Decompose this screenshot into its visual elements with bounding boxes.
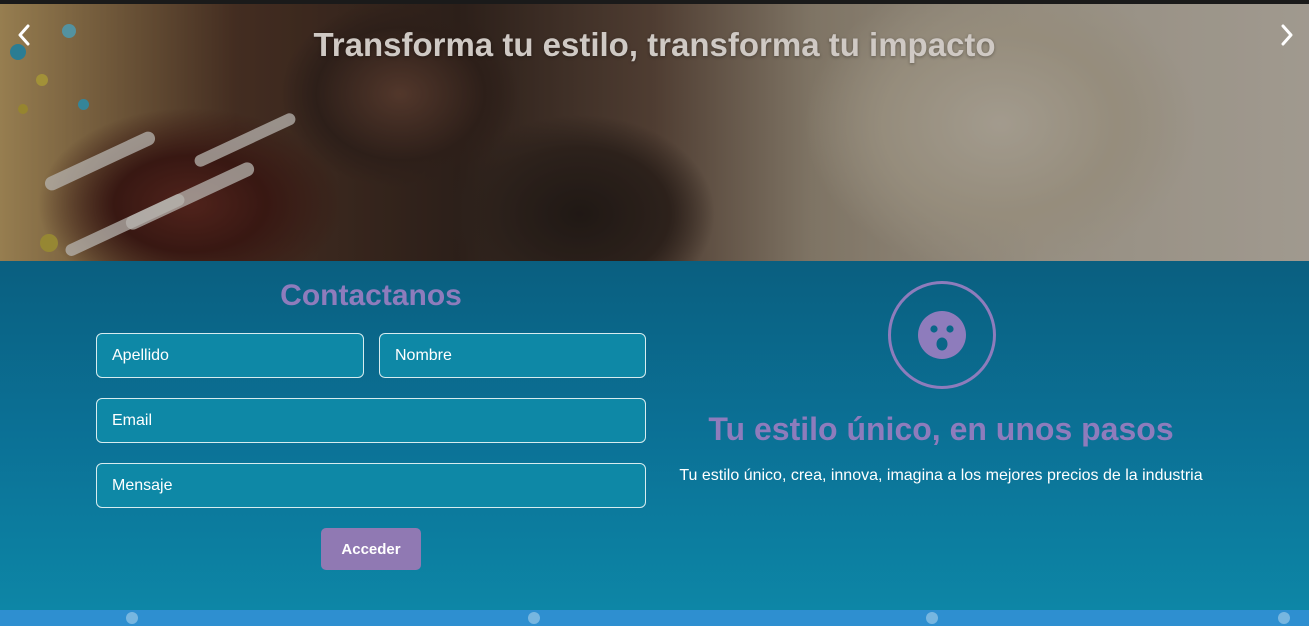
contact-title: Contactanos [280,279,462,312]
contact-section: Contactanos Acceder Tu estilo único, en … [0,261,1309,610]
decorative-dot [126,612,138,624]
surprised-face-icon [918,311,966,359]
acceder-button[interactable]: Acceder [321,528,421,570]
nombre-input[interactable] [379,333,646,378]
feature-title: Tu estilo único, en unos pasos [708,411,1174,447]
feature-text: Tu estilo único, crea, innova, imagina a… [679,467,1203,484]
decorative-dot [528,612,540,624]
next-section-preview [0,610,1309,626]
hero-carousel: Transforma tu estilo, transforma tu impa… [0,4,1309,261]
decorative-dot [1278,612,1290,624]
decorative-dot [926,612,938,624]
mensaje-input[interactable] [96,463,646,508]
feature-icon-circle [888,281,996,389]
email-input[interactable] [96,398,646,443]
hero-title: Transforma tu estilo, transforma tu impa… [313,26,996,63]
apellido-input[interactable] [96,333,364,378]
